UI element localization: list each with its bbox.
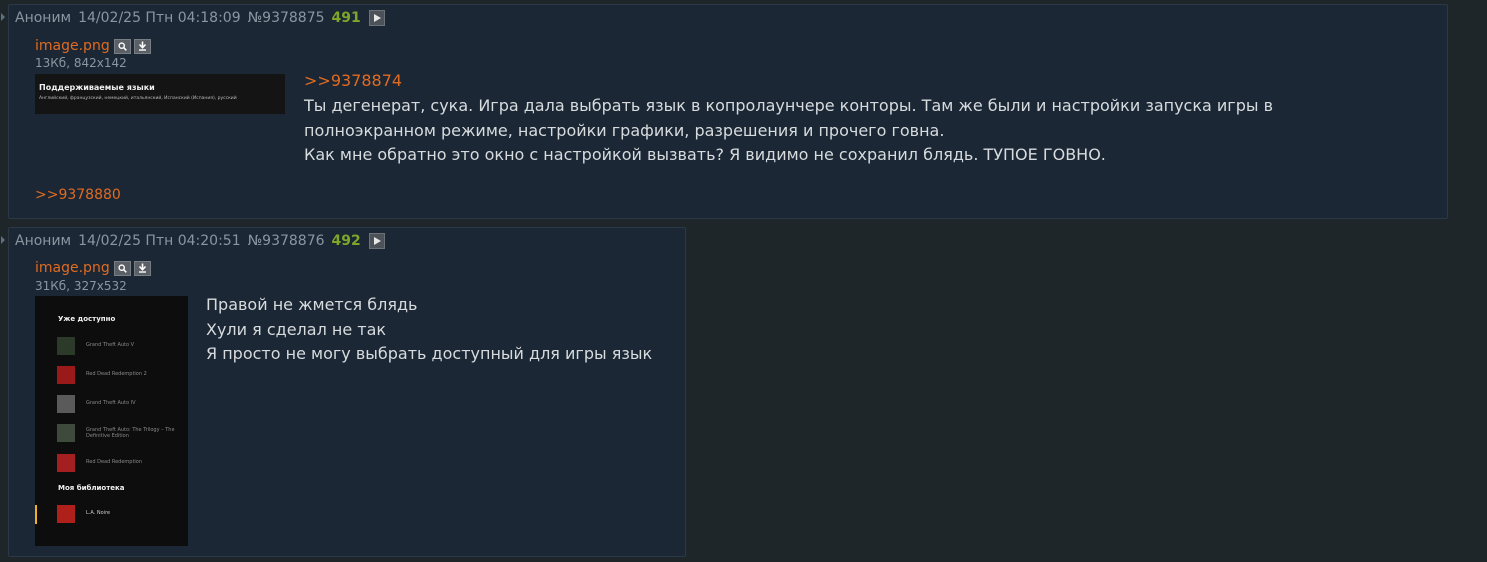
thumb-title: Поддерживаемые языки: [39, 83, 155, 92]
file-info: image.png: [35, 38, 154, 54]
game-title: Grand Theft Auto V: [86, 342, 135, 348]
post-author: Аноним: [15, 233, 72, 249]
post-number[interactable]: №9378876: [248, 233, 325, 249]
reply-link[interactable]: >>9378880: [35, 187, 121, 203]
post-message: Ты дегенерат, сука. Игра дала выбрать яз…: [304, 94, 1273, 168]
message-line: Я просто не могу выбрать доступный для и…: [206, 344, 653, 363]
play-icon[interactable]: [368, 233, 385, 249]
game-title: Red Dead Redemption: [86, 459, 143, 465]
file-meta: 31Кб, 327x532: [35, 279, 127, 293]
post-number[interactable]: №9378875: [248, 10, 325, 26]
game-title: Grand Theft Auto IV: [86, 400, 136, 406]
thumb-game-row: Red Dead Redemption: [57, 454, 188, 474]
attachment-thumbnail[interactable]: Поддерживаемые языки Английский, француз…: [35, 74, 285, 114]
post-9378876: Аноним 14/02/25 Птн 04:20:51 №9378876 49…: [1, 227, 686, 557]
quote-link[interactable]: >>9378874: [304, 71, 402, 90]
download-icon[interactable]: [133, 260, 151, 276]
message-line: Хули я сделал не так: [206, 319, 387, 339]
game-title: Red Dead Redemption 2: [86, 371, 147, 377]
post-header: Аноним 14/02/25 Птн 04:18:09 №9378875 49…: [15, 10, 385, 26]
game-icon: [57, 395, 75, 413]
file-name-link[interactable]: image.png: [35, 38, 110, 54]
post-header: Аноним 14/02/25 Птн 04:20:51 №9378876 49…: [15, 233, 385, 249]
download-icon[interactable]: [133, 38, 151, 54]
post-message: Правой не жмется блядь Хули я сделал не …: [206, 293, 652, 367]
post-9378875: Аноним 14/02/25 Птн 04:18:09 №9378875 49…: [1, 4, 1448, 219]
file-info: image.png: [35, 260, 154, 276]
thumb-section-available: Уже доступно: [58, 315, 116, 323]
file-meta: 13Кб, 842x142: [35, 56, 127, 70]
game-title: Grand Theft Auto: The Trilogy – The Defi…: [86, 427, 175, 439]
post-datetime: 14/02/25 Птн 04:18:09: [78, 10, 241, 26]
selection-indicator: [35, 505, 37, 524]
post-counter: 492: [331, 233, 361, 249]
game-icon: [57, 454, 75, 472]
post-arrow-icon: [1, 236, 5, 244]
post-arrow-icon: [1, 13, 5, 21]
game-title: L.A. Noire: [86, 510, 111, 516]
thumb-section-library: Моя библиотека: [58, 484, 125, 492]
thumb-game-row: Grand Theft Auto V: [57, 337, 188, 357]
thumb-game-row: L.A. Noire: [57, 505, 188, 525]
search-icon[interactable]: [113, 260, 131, 276]
message-line: Правой не жмется блядь: [206, 295, 418, 314]
post-counter: 491: [331, 10, 361, 26]
game-icon: [57, 337, 75, 355]
attachment-thumbnail[interactable]: Уже доступно Grand Theft Auto V Red Dead…: [35, 296, 188, 546]
message-line: Как мне обратно это окно с настройкой вы…: [304, 145, 1106, 164]
message-line: полноэкранном режиме, настройки графики,…: [304, 120, 945, 140]
game-icon: [57, 424, 75, 442]
thumb-game-row: Red Dead Redemption 2: [57, 366, 188, 386]
message-line: Ты дегенерат, сука. Игра дала выбрать яз…: [304, 96, 1274, 115]
search-icon[interactable]: [113, 38, 131, 54]
file-name-link[interactable]: image.png: [35, 260, 110, 276]
post-author: Аноним: [15, 10, 72, 26]
thumb-game-row: Grand Theft Auto: The Trilogy – The Defi…: [57, 424, 188, 444]
post-datetime: 14/02/25 Птн 04:20:51: [78, 233, 241, 249]
play-icon[interactable]: [368, 10, 385, 26]
thumb-subtitle: Английский, французский, немецкий, италь…: [39, 96, 237, 101]
thumb-game-row: Grand Theft Auto IV: [57, 395, 188, 415]
game-icon: [57, 505, 75, 523]
game-icon: [57, 366, 75, 384]
